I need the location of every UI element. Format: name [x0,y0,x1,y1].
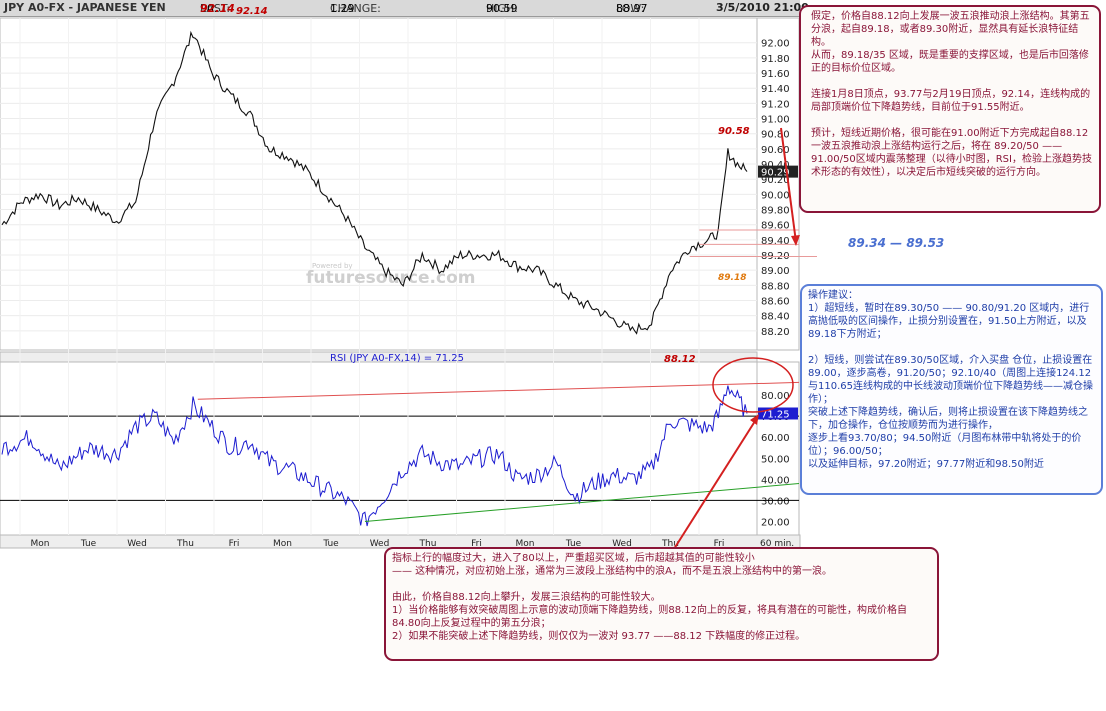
price-tick-label: 92.00 [761,39,790,50]
rsi-tick-label: 20.00 [761,517,790,528]
rsi-title: RSI (JPY A0-FX,14) = 71.25 [330,353,464,364]
x-tick-label: Mon [31,539,50,549]
x-tick-label: Fri [229,539,240,549]
price-tick-label: 91.20 [761,99,790,110]
watermark: futuresource.com [306,268,475,288]
x-tick-label: Wed [127,539,147,549]
price-tick-label: 89.80 [761,206,790,217]
price-tick-label: 90.00 [761,190,790,201]
zone-label: 89.34 — 89.53 [848,236,944,250]
price-tick-label: 91.60 [761,69,790,80]
price-tick-label: 91.40 [761,84,790,95]
price-high-label: 92.14 [236,6,268,17]
trading-advice-note: 操作建议： 1）超短线，暂时在89.30/50 —— 90.80/91.20 区… [800,284,1103,495]
analysis-note-top: 假定，价格自88.12向上发展一波五浪推动浪上涨结构。其第五分浪，起自89.18… [799,5,1101,213]
price-tick-label: 91.00 [761,115,790,126]
last-price-tag: 90.29 [761,168,790,179]
price-spike-label: 90.58 [718,126,750,137]
x-tick-label: Tue [322,539,339,549]
x-tick-label: Mon [273,539,292,549]
price-tick-label: 88.40 [761,312,790,323]
price-tick-label: 88.60 [761,297,790,308]
price-tick-label: 90.80 [761,130,790,141]
price-tick-label: 91.80 [761,54,790,65]
price-tick-label: 89.40 [761,236,790,247]
x-tick-label: Wed [370,539,390,549]
rsi-tick-label: 30.00 [761,496,790,507]
rsi-panel [0,361,758,536]
rsi-tick-label: 50.00 [761,454,790,465]
price-tick-label: 88.80 [761,281,790,292]
x-tick-label: Tue [80,539,97,549]
x-tick-label: Thu [176,539,194,549]
price-tick-label: 89.00 [761,266,790,277]
price-support-label: 89.18 [718,273,746,283]
rsi-tick-label: 60.00 [761,433,790,444]
price-tick-label: 88.20 [761,327,790,338]
rsi-analysis-note: 指标上行的幅度过大，进入了80以上，严重超买区域，后市超越其值的可能性较小 ——… [384,547,939,661]
price-low-label: 88.12 [664,354,696,365]
